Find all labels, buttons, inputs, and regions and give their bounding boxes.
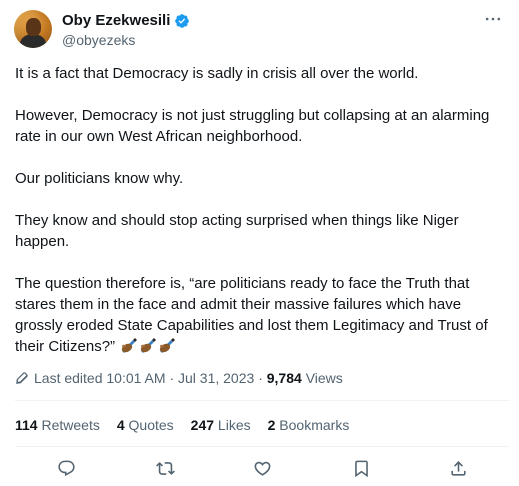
- tweet-meta: Last edited 10:01 AM · Jul 31, 2023 · 9,…: [15, 369, 343, 387]
- author-names: Oby Ezekwesili @obyezeks: [62, 11, 190, 48]
- tweet-paragraph-2: However, Democracy is not just strugglin…: [15, 107, 490, 145]
- reply-button[interactable]: [53, 455, 79, 481]
- more-options-button[interactable]: [482, 10, 504, 28]
- tweet-header: Oby Ezekwesili @obyezeks: [14, 8, 504, 48]
- verified-badge-icon: [174, 13, 190, 29]
- writing-hand-emoji-icon: [139, 336, 157, 354]
- meta-separator: ·: [169, 370, 175, 386]
- share-icon: [450, 460, 466, 476]
- tweet-text: It is a fact that Democracy is sadly in …: [15, 63, 509, 357]
- tweet-time[interactable]: 10:01 AM: [106, 370, 165, 386]
- retweet-icon: [155, 461, 175, 475]
- tweet-paragraph-4: They know and should stop acting surpris…: [15, 212, 459, 250]
- tweet: Oby Ezekwesili @obyezeks It is a fact th…: [0, 0, 519, 486]
- tweet-paragraph-5-wrap: The question therefore is, “are politici…: [15, 273, 509, 357]
- avatar[interactable]: [14, 10, 52, 48]
- bookmarks-stat[interactable]: 2 Bookmarks: [268, 417, 350, 433]
- author-handle[interactable]: @obyezeks: [62, 32, 190, 48]
- views-count: 9,784: [266, 370, 302, 386]
- action-bar: [15, 455, 509, 481]
- bookmarks-count: 2: [267, 417, 276, 433]
- meta-separator: ·: [258, 370, 263, 386]
- divider-bottom: [15, 446, 509, 447]
- views-label: Views: [305, 370, 343, 386]
- reply-icon: [57, 460, 75, 476]
- tweet-paragraph-3: Our politicians know why.: [15, 170, 184, 187]
- pencil-icon: [15, 371, 29, 385]
- quotes-count: 4: [116, 417, 125, 433]
- engagement-stats: 114 Retweets 4 Quotes 247 Likes 2 Bookma…: [15, 415, 366, 435]
- bookmarks-label: Bookmarks: [279, 417, 350, 433]
- like-heart-icon: [254, 461, 270, 476]
- avatar-face: [26, 18, 41, 36]
- likes-stat[interactable]: 247 Likes: [191, 417, 251, 433]
- retweets-stat[interactable]: 114 Retweets: [15, 417, 100, 433]
- likes-label: Likes: [217, 417, 251, 433]
- quotes-label: Quotes: [128, 417, 174, 433]
- avatar-body: [20, 34, 46, 48]
- quotes-stat[interactable]: 4 Quotes: [117, 417, 174, 433]
- retweets-count: 114: [15, 417, 38, 433]
- writing-hand-emoji-icon: [120, 336, 138, 354]
- display-name-row: Oby Ezekwesili: [62, 11, 190, 30]
- share-button[interactable]: [445, 455, 471, 481]
- tweet-paragraph-5: The question therefore is, “are politici…: [15, 275, 488, 355]
- edited-label[interactable]: Last edited: [34, 370, 103, 386]
- retweets-label: Retweets: [41, 417, 100, 433]
- bookmark-button[interactable]: [348, 455, 374, 481]
- like-button[interactable]: [249, 455, 275, 481]
- tweet-date[interactable]: Jul 31, 2023: [178, 370, 254, 386]
- retweet-button[interactable]: [152, 455, 178, 481]
- writing-hand-emoji-icon: [158, 336, 176, 354]
- tweet-paragraph-1: It is a fact that Democracy is sadly in …: [15, 65, 419, 82]
- more-horizontal-icon: [485, 17, 501, 21]
- display-name[interactable]: Oby Ezekwesili: [62, 12, 170, 29]
- bookmark-icon: [354, 460, 368, 477]
- divider-top: [15, 400, 509, 401]
- likes-count: 247: [190, 417, 215, 433]
